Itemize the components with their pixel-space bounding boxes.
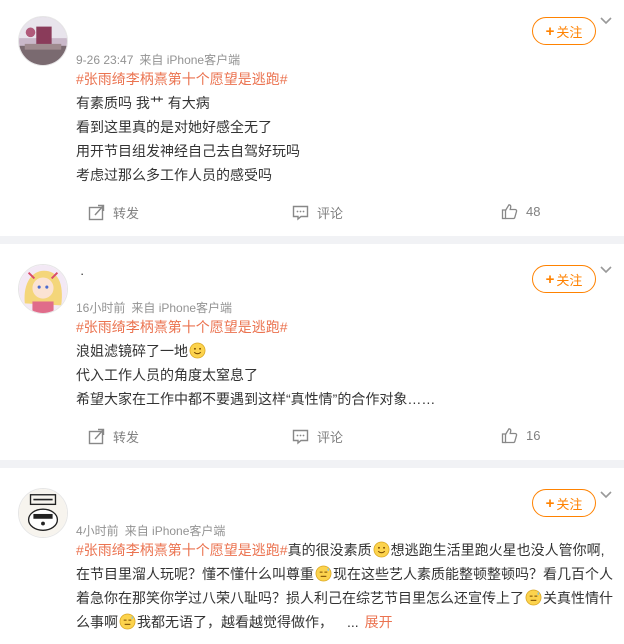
chevron-down-icon[interactable] [598,262,614,278]
thumbs-up-icon [501,428,518,444]
smile-emoji [189,342,206,359]
follow-button[interactable]: + 关注 [532,489,596,517]
avatar[interactable] [18,264,68,314]
post-line: 看到这里真的是对她好感全无了 [76,119,272,135]
avatar-image [19,17,67,65]
post-text: 么事啊 [76,614,118,630]
post-body: #张雨绮李柄熹第十个愿望是逃跑# 浪姐滤镜碎了一地 代入工作人员的角度太窒息了 … [76,315,606,411]
follow-label: 关注 [556,272,583,288]
comment-label: 评论 [317,206,344,221]
follow-button[interactable]: + 关注 [532,265,596,293]
post-time[interactable]: 16小时前 [76,301,125,315]
post-meta: 9-26 23:47 来自 iPhone客户端 [76,51,240,68]
follow-label: 关注 [556,24,583,40]
post-line: 用开节目组发神经自己去自驾好玩吗 [76,143,300,159]
sweat-emoji [525,589,542,606]
like-count: 16 [526,428,541,443]
avatar-image [19,265,67,313]
repost-icon [88,204,105,221]
topic-link[interactable]: #张雨绮李柄熹第十个愿望是逃跑# [76,71,288,87]
post-source: 来自 iPhone客户端 [131,301,233,315]
post-meta: 4小时前 来自 iPhone客户端 [76,522,225,539]
weibo-comment-feed: + 关注 9-26 23:47 来自 iPhone客户端 #张雨绮李柄熹第十个愿望… [0,0,624,644]
avatar[interactable] [18,488,68,538]
avatar[interactable] [18,16,68,66]
post-card: + 关注 4小时前 来自 iPhone客户端 #张雨绮李柄熹第十个愿望是逃跑#真的… [0,468,624,644]
expand-link[interactable]: 展开 [365,614,393,630]
post-text: 真的很没素质 [287,542,372,558]
comment-icon [292,205,309,221]
repost-button[interactable]: 转发 [88,203,139,222]
avatar-image [19,489,67,537]
plus-icon: + [545,270,555,288]
smile-emoji [373,541,390,558]
post-text: 我都无语了，越看越觉得做作， [137,614,333,630]
post-card: · + 关注 16小时前 来自 iPhone客户端 #张雨绮李柄熹第十个愿望是逃跑… [0,244,624,460]
comment-label: 评论 [317,430,344,445]
post-line: 考虑过那么多工作人员的感受吗 [76,167,272,183]
like-count: 48 [526,204,541,219]
post-source: 来自 iPhone客户端 [124,524,226,538]
thumbs-up-icon [501,204,518,220]
post-actions: 转发 评论 16 [0,427,624,451]
post-line: 有素质吗 我艹 有大病 [76,95,210,111]
like-button[interactable]: 16 [501,427,540,444]
ellipsis: ... [347,614,359,630]
follow-button[interactable]: + 关注 [532,17,596,45]
post-line: 浪姐滤镜碎了一地 [76,343,188,359]
post-card: + 关注 9-26 23:47 来自 iPhone客户端 #张雨绮李柄熹第十个愿望… [0,0,624,236]
post-time[interactable]: 9-26 23:47 [76,53,133,67]
chevron-down-icon[interactable] [598,13,614,29]
post-time[interactable]: 4小时前 [76,524,119,538]
repost-label: 转发 [113,206,140,221]
post-actions: 转发 评论 48 [0,203,624,227]
topic-link[interactable]: #张雨绮李柄熹第十个愿望是逃跑# [76,319,288,335]
repost-label: 转发 [113,430,140,445]
post-line: 代入工作人员的角度太窒息了 [76,367,258,383]
topic-link[interactable]: #张雨绮李柄熹第十个愿望是逃跑# [76,542,288,558]
post-body: #张雨绮李柄熹第十个愿望是逃跑#真的很没素质 想逃跑生活里跑火星也没人管你啊, 在… [76,538,613,634]
post-line: 希望大家在工作中都不要遇到这样“真性情”的合作对象…… [76,391,436,407]
plus-icon: + [545,22,555,40]
like-button[interactable]: 48 [501,203,540,220]
post-source: 来自 iPhone客户端 [139,53,241,67]
post-body: #张雨绮李柄熹第十个愿望是逃跑# 有素质吗 我艹 有大病 看到这里真的是对她好感… [76,67,606,187]
chevron-down-icon[interactable] [598,487,614,503]
post-text: 着急你在那笑你学过八荣八耻吗？损人利己在综艺节目里怎么还宣传上了 [76,590,524,606]
sweat-emoji [119,613,136,630]
repost-button[interactable]: 转发 [88,427,139,446]
follow-label: 关注 [556,496,583,512]
post-text: 在节目里溜人玩呢？懂不懂什么叫尊重 [76,566,314,582]
repost-icon [88,428,105,445]
comment-button[interactable]: 评论 [292,203,343,222]
plus-icon: + [545,494,555,512]
post-meta: 16小时前 来自 iPhone客户端 [76,299,232,316]
post-text: 现在这些艺人素质能整顿整顿吗？看几百个人 [333,566,613,582]
comment-button[interactable]: 评论 [292,427,343,446]
username[interactable]: · [80,266,84,281]
sweat-emoji [315,565,332,582]
post-text: 关真性情什 [543,590,613,606]
post-text: 想逃跑生活里跑火星也没人管你啊, [390,542,605,558]
comment-icon [292,429,309,445]
